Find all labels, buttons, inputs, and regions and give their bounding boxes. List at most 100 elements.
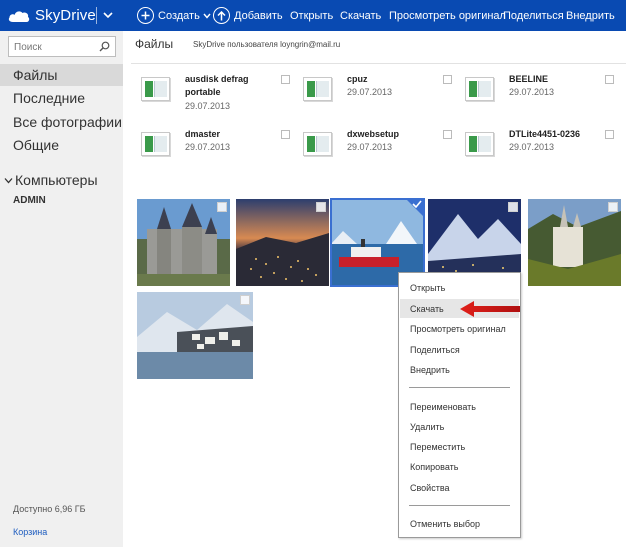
search-icon[interactable] — [99, 41, 110, 52]
menu-separator — [409, 505, 510, 506]
cloud-icon — [8, 10, 30, 22]
file-item[interactable]: dxwebsetup 29.07.2013 — [303, 128, 463, 176]
photo-checkbox[interactable] — [508, 202, 518, 212]
plus-icon — [137, 7, 154, 24]
file-date: 29.07.2013 — [347, 142, 393, 152]
file-name: dmaster — [185, 129, 221, 139]
sidebar: Файлы Последние Все фотографии Общие Ком… — [0, 31, 123, 547]
menu-item-embed[interactable]: Внедрить — [400, 360, 519, 379]
upload-icon — [213, 7, 230, 24]
file-name: dxwebsetup — [347, 129, 400, 139]
create-button[interactable]: Создать — [137, 0, 211, 31]
file-date: 29.07.2013 — [185, 101, 231, 111]
chevron-down-icon[interactable] — [102, 9, 114, 21]
recycle-bin-link[interactable]: Корзина — [13, 527, 47, 537]
chevron-down-icon — [4, 177, 13, 183]
menu-separator — [409, 387, 510, 388]
download-button[interactable]: Скачать — [340, 0, 381, 31]
file-icon — [465, 77, 494, 101]
top-bar: SkyDrive Создать Добавить Открыть Скачат… — [0, 0, 626, 31]
photo-thumbnail-castle-forest[interactable] — [528, 199, 621, 286]
file-item[interactable]: DTLite4451-0236 29.07.2013 — [465, 128, 625, 176]
view-original-label: Просмотреть оригинал — [389, 9, 506, 22]
red-arrow-annotation — [460, 301, 520, 317]
view-original-button[interactable]: Просмотреть оригинал — [389, 0, 506, 31]
computers-section[interactable]: Компьютеры — [4, 172, 98, 188]
brand-separator — [96, 7, 97, 24]
sidebar-item-recent[interactable]: Последние — [0, 87, 123, 109]
breadcrumb[interactable]: Файлы — [135, 37, 173, 51]
embed-label: Внедрить — [566, 9, 615, 22]
file-date: 29.07.2013 — [509, 142, 555, 152]
menu-item-open[interactable]: Открыть — [400, 278, 519, 297]
menu-item-label: Поделиться — [410, 344, 460, 355]
photo-checkbox[interactable] — [608, 202, 618, 212]
download-label: Скачать — [340, 9, 382, 22]
upload-button[interactable]: Добавить — [213, 0, 283, 31]
search-box[interactable] — [8, 36, 116, 57]
create-label: Создать — [158, 9, 200, 22]
photo-checkbox[interactable] — [217, 202, 227, 212]
file-item[interactable]: dmaster 29.07.2013 — [141, 128, 301, 176]
file-checkbox[interactable] — [281, 130, 290, 139]
computer-admin[interactable]: ADMIN — [13, 195, 46, 206]
file-name: BEELINE — [509, 74, 549, 84]
file-date: 29.07.2013 — [509, 87, 555, 97]
menu-item-label: Скачать — [410, 303, 444, 314]
file-checkbox[interactable] — [443, 130, 452, 139]
castle-image — [137, 199, 230, 286]
embed-button[interactable]: Внедрить — [566, 0, 615, 31]
search-input[interactable] — [9, 38, 95, 57]
photo-thumbnail-lake-village[interactable] — [137, 292, 253, 379]
castle-forest-image — [528, 199, 621, 286]
share-button[interactable]: Поделиться — [503, 0, 564, 31]
divider — [131, 63, 626, 64]
menu-item-view-original[interactable]: Просмотреть оригинал — [400, 319, 519, 338]
share-label: Поделиться — [503, 9, 564, 22]
file-icon — [303, 132, 332, 156]
file-date: 29.07.2013 — [185, 142, 231, 152]
file-item[interactable]: BEELINE 29.07.2013 — [465, 73, 625, 121]
file-item[interactable]: ausdisk defrag portable 29.07.2013 — [141, 73, 301, 121]
sidebar-item-files[interactable]: Файлы — [0, 64, 123, 86]
brand-name: SkyDrive — [35, 7, 96, 24]
chevron-down-icon — [203, 13, 211, 19]
file-checkbox[interactable] — [605, 75, 614, 84]
menu-item-label: Открыть — [410, 282, 446, 293]
lake-village-image — [137, 292, 253, 379]
menu-item-copy[interactable]: Копировать — [400, 457, 519, 476]
file-checkbox[interactable] — [281, 75, 290, 84]
checkmark-icon[interactable] — [412, 200, 422, 208]
menu-item-label: Переместить — [410, 441, 466, 452]
sidebar-item-all-photos[interactable]: Все фотографии — [0, 111, 123, 133]
photo-thumbnail-city[interactable] — [236, 199, 329, 286]
menu-item-label: Внедрить — [410, 364, 450, 375]
computers-label: Компьютеры — [15, 172, 98, 188]
menu-item-move[interactable]: Переместить — [400, 437, 519, 456]
menu-item-share[interactable]: Поделиться — [400, 340, 519, 359]
menu-item-label: Просмотреть оригинал — [410, 323, 506, 334]
file-name: cpuz — [347, 74, 368, 84]
file-icon — [303, 77, 332, 101]
menu-item-rename[interactable]: Переименовать — [400, 397, 519, 416]
menu-item-delete[interactable]: Удалить — [400, 417, 519, 436]
file-icon — [465, 132, 494, 156]
file-checkbox[interactable] — [605, 130, 614, 139]
open-button[interactable]: Открыть — [290, 0, 333, 31]
file-item[interactable]: cpuz 29.07.2013 — [303, 73, 463, 121]
menu-item-label: Удалить — [410, 421, 445, 432]
menu-item-label: Свойства — [410, 482, 450, 493]
photo-thumbnail-castle[interactable] — [137, 199, 230, 286]
open-label: Открыть — [290, 9, 334, 22]
menu-item-deselect[interactable]: Отменить выбор — [400, 514, 519, 533]
upload-label: Добавить — [234, 9, 283, 22]
menu-item-label: Копировать — [410, 461, 459, 472]
photo-checkbox[interactable] — [240, 295, 250, 305]
file-name: ausdisk defrag portable — [185, 74, 249, 97]
photo-checkbox[interactable] — [316, 202, 326, 212]
menu-item-properties[interactable]: Свойства — [400, 478, 519, 497]
owner-label: SkyDrive пользователя loyngrin@mail.ru — [193, 40, 341, 49]
sidebar-item-shared[interactable]: Общие — [0, 134, 123, 156]
skydrive-logo[interactable]: SkyDrive — [8, 5, 96, 26]
file-checkbox[interactable] — [443, 75, 452, 84]
